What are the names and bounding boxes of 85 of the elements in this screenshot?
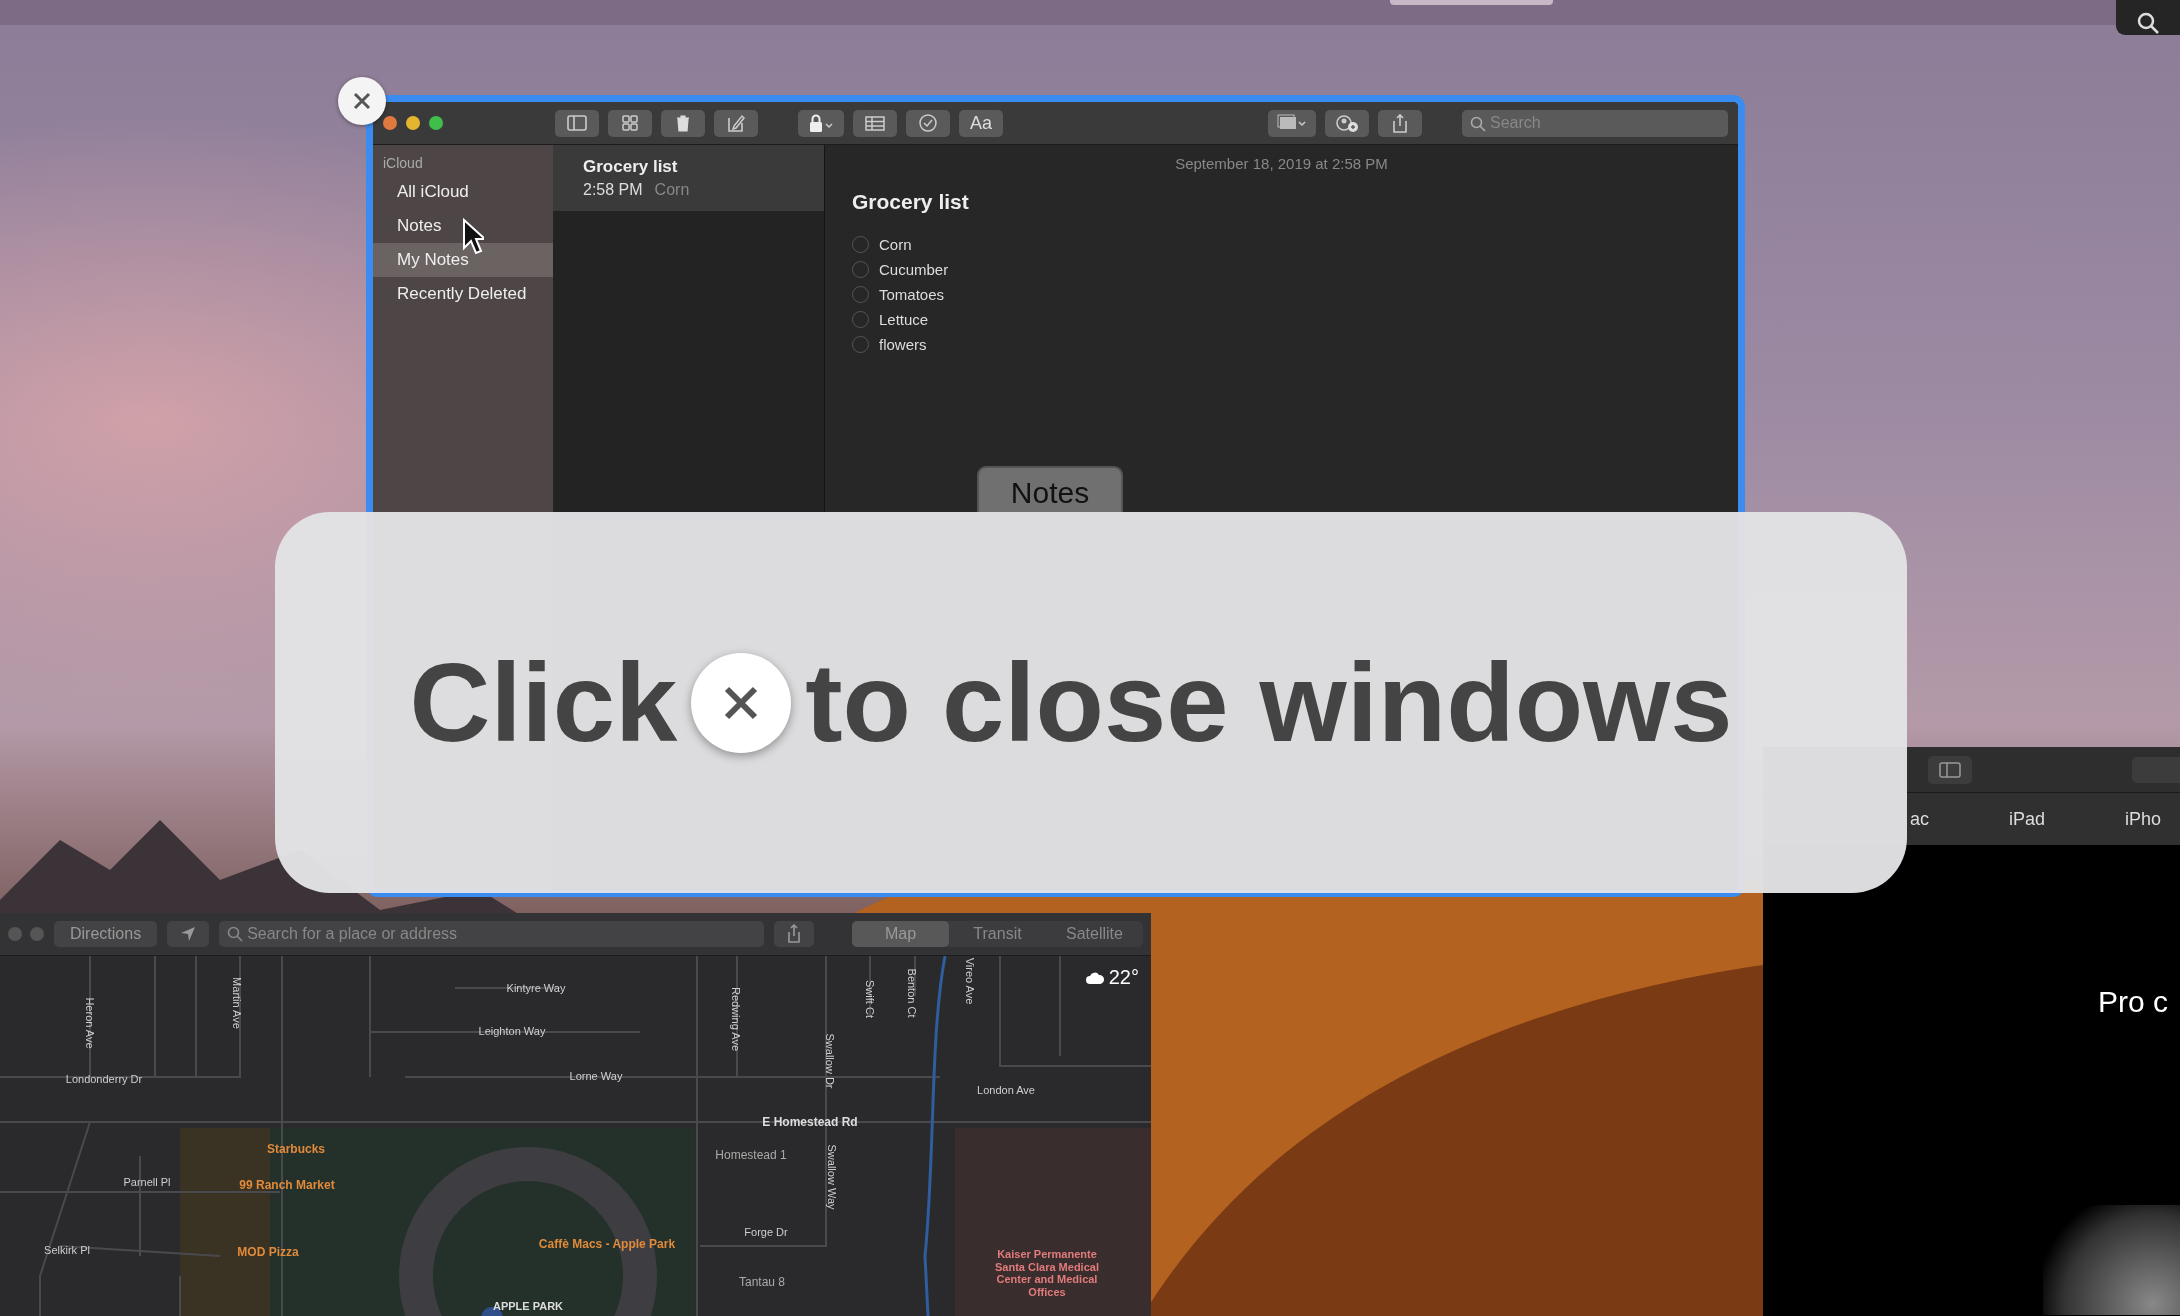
share-icon bbox=[786, 924, 802, 944]
street-label: E Homestead Rd bbox=[762, 1115, 858, 1129]
sidebar-item[interactable]: Recently Deleted bbox=[373, 277, 553, 311]
nav-link[interactable]: iPad bbox=[2009, 808, 2046, 830]
note-list-item[interactable]: Grocery list 2:58 PM Corn bbox=[553, 145, 824, 211]
compose-icon bbox=[725, 113, 747, 133]
table-icon bbox=[863, 113, 887, 133]
share-button[interactable] bbox=[1378, 109, 1422, 137]
sidebar-item[interactable]: My Notes bbox=[373, 243, 553, 277]
street-label: Selkirk Pl bbox=[44, 1244, 90, 1256]
section-header: iCloud bbox=[382, 155, 424, 173]
window-control-icon[interactable] bbox=[429, 116, 443, 130]
street-label: Heron Ave bbox=[84, 997, 96, 1049]
street-label: Benton Ct bbox=[906, 968, 918, 1018]
place-label[interactable]: Tantau 8 bbox=[739, 1275, 785, 1289]
note-time: 2:58 PM bbox=[583, 181, 643, 199]
format-button[interactable]: Aa bbox=[959, 109, 1003, 137]
note-title: Grocery list bbox=[583, 157, 679, 177]
street-label: Kintyre Way bbox=[506, 982, 566, 994]
table-button[interactable] bbox=[853, 109, 897, 137]
sidebar-item[interactable]: Notes bbox=[373, 209, 553, 243]
street-label: Swallow Dr bbox=[824, 1033, 836, 1089]
place-label[interactable]: Homestead 1 bbox=[715, 1148, 787, 1162]
location-button[interactable] bbox=[167, 921, 210, 947]
compose-button[interactable] bbox=[714, 109, 758, 137]
temperature-label: 22° bbox=[1108, 966, 1139, 989]
close-icon bbox=[351, 90, 373, 112]
lock-button[interactable] bbox=[798, 109, 844, 137]
photo-button[interactable] bbox=[1268, 109, 1316, 137]
share-button[interactable] bbox=[774, 921, 814, 947]
tip-text: to close windows bbox=[805, 639, 1733, 767]
map-mode-tab[interactable]: Satellite bbox=[1046, 921, 1143, 947]
tip-text: Click bbox=[409, 639, 678, 767]
checklist-item: Corn bbox=[879, 236, 912, 253]
app-label: Notes bbox=[977, 466, 1123, 512]
place-label[interactable]: Kaiser Permanente Santa Clara Medical Center and Medical Offices bbox=[987, 1247, 1107, 1299]
street-label: Martin Ave bbox=[231, 977, 243, 1029]
place-label[interactable]: 99 Ranch Market bbox=[239, 1178, 335, 1192]
place-label[interactable]: MOD Pizza bbox=[237, 1245, 299, 1259]
street-label: Lorne Way bbox=[569, 1070, 623, 1082]
grid-button[interactable] bbox=[608, 109, 652, 137]
street-label: London Ave bbox=[977, 1084, 1035, 1096]
checklist-item: Tomatoes bbox=[879, 286, 945, 303]
sidebar-button[interactable] bbox=[555, 109, 599, 137]
checklist-item: flowers bbox=[879, 336, 927, 353]
sidebar-item[interactable]: All iCloud bbox=[373, 175, 553, 209]
street-label: Forge Dr bbox=[744, 1226, 788, 1238]
street-label: Vireo Ave bbox=[964, 957, 976, 1005]
sidebar-icon bbox=[566, 113, 588, 133]
place-label[interactable]: Starbucks bbox=[267, 1142, 325, 1156]
note-preview: Corn bbox=[654, 181, 690, 199]
desktop-thumbnail[interactable] bbox=[1390, 0, 1553, 5]
trash-button[interactable] bbox=[661, 109, 705, 137]
place-label[interactable]: Caffè Macs - Apple Park bbox=[538, 1237, 676, 1251]
window-control-icon[interactable] bbox=[406, 116, 420, 130]
checklist-item: Lettuce bbox=[879, 311, 929, 328]
headline: Pro c bbox=[2098, 985, 2169, 1019]
cloud-icon bbox=[1085, 971, 1104, 984]
note-heading: Grocery list bbox=[852, 190, 970, 214]
street-label: Londonderry Dr bbox=[65, 1073, 143, 1085]
street-label: Swallow Way bbox=[826, 1144, 838, 1210]
window-control-icon[interactable] bbox=[383, 116, 397, 130]
landmark-label[interactable]: APPLE PARK bbox=[492, 1300, 564, 1312]
street-label: Parnell Pl bbox=[123, 1176, 171, 1188]
street-label: Redwing Ave bbox=[730, 987, 742, 1051]
street-label: Leighton Way bbox=[478, 1025, 546, 1037]
nav-link[interactable]: iPho bbox=[2125, 808, 2162, 830]
directions-button[interactable]: Directions bbox=[54, 921, 158, 947]
search-button[interactable] bbox=[2116, 0, 2180, 35]
map-mode-tab[interactable]: Transit bbox=[949, 921, 1046, 947]
sidebar-icon bbox=[1939, 761, 1961, 778]
people-button[interactable] bbox=[1325, 109, 1369, 137]
sidebar-button[interactable] bbox=[1928, 755, 1972, 784]
street-label: Swift Ct bbox=[864, 980, 876, 1018]
checkmark-button[interactable] bbox=[906, 109, 950, 137]
checkmark-icon bbox=[917, 113, 939, 133]
arrow-icon bbox=[179, 925, 198, 943]
lock-icon bbox=[807, 113, 835, 133]
checklist-item: Cucumber bbox=[879, 261, 949, 278]
nav-link[interactable]: ac bbox=[1910, 808, 1929, 830]
people-icon bbox=[1334, 113, 1360, 133]
grid-icon bbox=[619, 113, 641, 133]
note-date: September 18, 2019 at 2:58 PM bbox=[1174, 155, 1389, 172]
search-field[interactable]: Search for a place or address bbox=[219, 921, 764, 947]
search-icon bbox=[2136, 11, 2160, 35]
